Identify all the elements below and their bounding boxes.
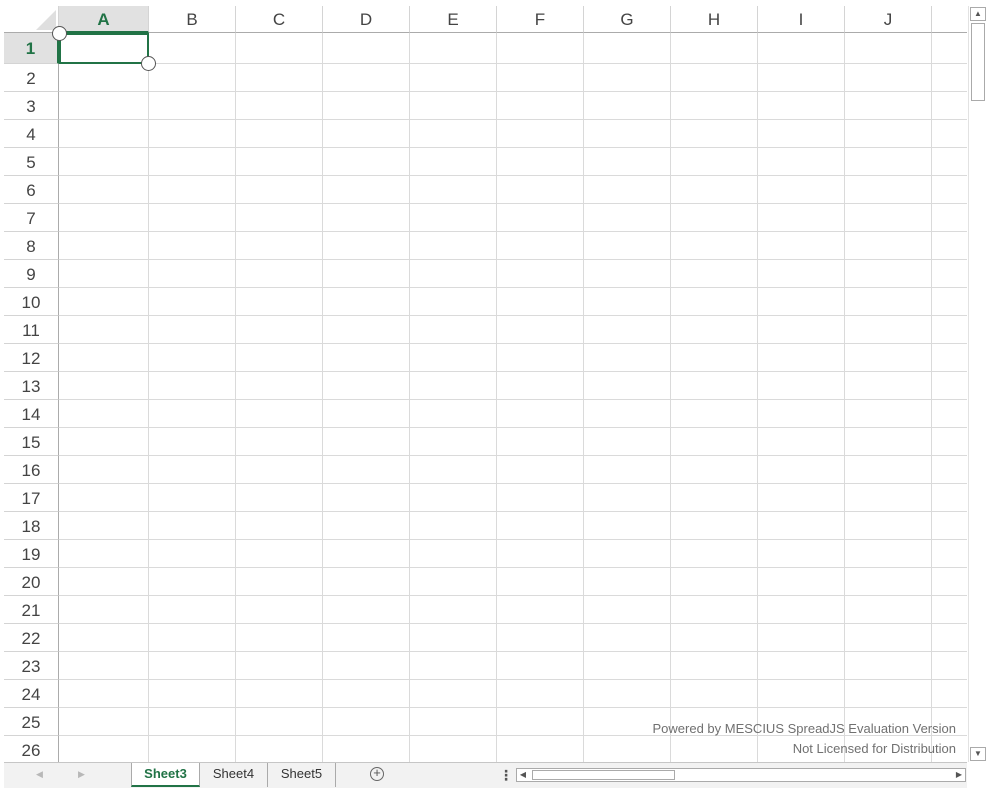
- scroll-right-icon[interactable]: ▶: [953, 769, 965, 781]
- row-header-12[interactable]: 12: [4, 344, 59, 372]
- column-header-j[interactable]: J: [845, 6, 932, 33]
- tab-nav-next-icon[interactable]: ▶: [78, 769, 85, 780]
- column-header-e[interactable]: E: [410, 6, 497, 33]
- row-header-5[interactable]: 5: [4, 148, 59, 176]
- vertical-scroll-thumb[interactable]: [971, 23, 985, 101]
- row-header-21[interactable]: 21: [4, 596, 59, 624]
- row-header-14[interactable]: 14: [4, 400, 59, 428]
- scroll-left-icon[interactable]: ◀: [517, 769, 529, 781]
- select-all-corner[interactable]: [4, 6, 59, 33]
- selection-handle-top-left[interactable]: [52, 26, 67, 41]
- tab-sheet4[interactable]: Sheet4: [200, 763, 268, 787]
- row-header-16[interactable]: 16: [4, 456, 59, 484]
- sheet-tab-bar: ◀ ▶ Sheet3 Sheet4 Sheet5 + ⋮ ◀ ▶: [4, 762, 967, 788]
- column-header-bar: ABCDEFGHIJ: [59, 6, 967, 33]
- row-header-22[interactable]: 22: [4, 624, 59, 652]
- row-header-25[interactable]: 25: [4, 708, 59, 736]
- row-header-13[interactable]: 13: [4, 372, 59, 400]
- row-header-20[interactable]: 20: [4, 568, 59, 596]
- row-header-10[interactable]: 10: [4, 288, 59, 316]
- column-header-partial[interactable]: [932, 6, 967, 33]
- row-header-15[interactable]: 15: [4, 428, 59, 456]
- row-header-8[interactable]: 8: [4, 232, 59, 260]
- row-header-1[interactable]: 1: [4, 33, 59, 64]
- column-header-h[interactable]: H: [671, 6, 758, 33]
- scroll-up-icon[interactable]: ▲: [970, 7, 986, 21]
- row-header-18[interactable]: 18: [4, 512, 59, 540]
- row-header-11[interactable]: 11: [4, 316, 59, 344]
- column-header-d[interactable]: D: [323, 6, 410, 33]
- row-header-4[interactable]: 4: [4, 120, 59, 148]
- tab-sheet5[interactable]: Sheet5: [268, 763, 336, 787]
- column-header-c[interactable]: C: [236, 6, 323, 33]
- row-header-7[interactable]: 7: [4, 204, 59, 232]
- tab-sheet3[interactable]: Sheet3: [131, 763, 200, 787]
- column-header-i[interactable]: I: [758, 6, 845, 33]
- horizontal-scroll-thumb[interactable]: [532, 770, 675, 780]
- row-header-23[interactable]: 23: [4, 652, 59, 680]
- vertical-scrollbar[interactable]: ▲ ▼: [968, 6, 986, 762]
- column-header-b[interactable]: B: [149, 6, 236, 33]
- horizontal-gridlines: [59, 64, 967, 762]
- row-header-17[interactable]: 17: [4, 484, 59, 512]
- row-header-19[interactable]: 19: [4, 540, 59, 568]
- row-header-26[interactable]: 26: [4, 736, 59, 762]
- horizontal-scrollbar[interactable]: ◀ ▶: [516, 768, 966, 782]
- row-header-bar: 1 2 3 4 5 6 7 8 9 10 11 12 13 14 15 16 17 18 19 20 21 22 23 24 2…: [4, 33, 59, 762]
- add-sheet-icon[interactable]: +: [370, 766, 384, 781]
- selection-handle-bottom-right[interactable]: [141, 56, 156, 71]
- row-header-2[interactable]: 2: [4, 64, 59, 92]
- cell-grid[interactable]: [59, 33, 967, 762]
- tab-menu-icon[interactable]: ⋮: [499, 767, 513, 784]
- spreadsheet-grid[interactable]: ABCDEFGHIJ 1 2 3 4 5 6 7 8 9 10 11 12 13 14 15 16 17 18 19…: [4, 6, 967, 762]
- scroll-down-icon[interactable]: ▼: [970, 747, 986, 761]
- row-header-9[interactable]: 9: [4, 260, 59, 288]
- column-header-a[interactable]: A: [59, 6, 149, 33]
- row-header-6[interactable]: 6: [4, 176, 59, 204]
- tab-nav-prev-icon[interactable]: ◀: [36, 769, 43, 780]
- column-header-f[interactable]: F: [497, 6, 584, 33]
- active-cell-A1[interactable]: [59, 33, 149, 64]
- row-header-24[interactable]: 24: [4, 680, 59, 708]
- column-header-g[interactable]: G: [584, 6, 671, 33]
- select-all-triangle: [36, 10, 56, 30]
- row-header-3[interactable]: 3: [4, 92, 59, 120]
